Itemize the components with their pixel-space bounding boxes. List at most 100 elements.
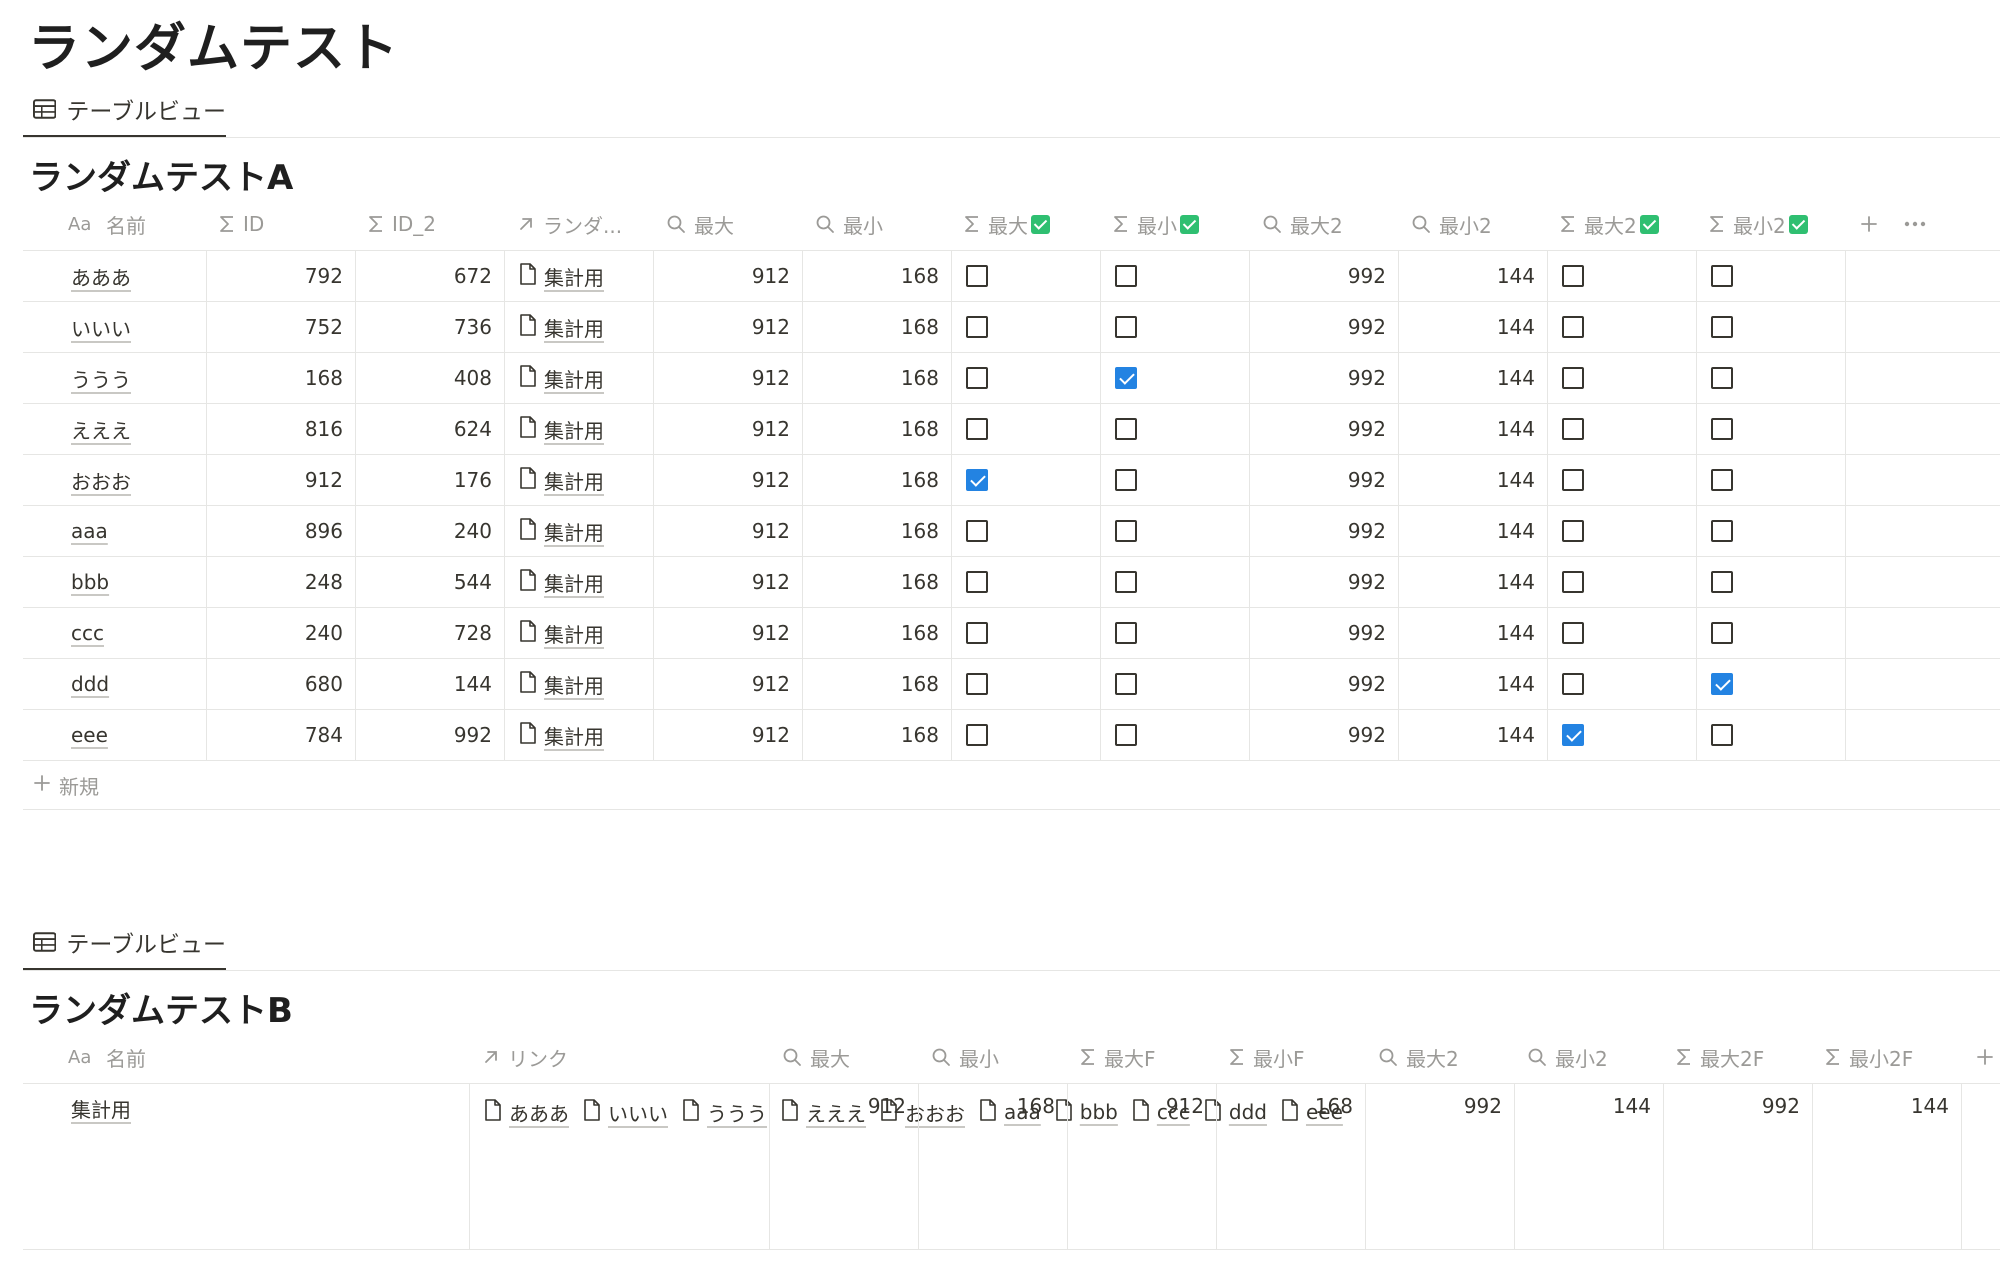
column-header-0[interactable]: Aa 名前 (23, 198, 207, 250)
column-header-7[interactable]: 最小2 (1515, 1031, 1664, 1083)
relation-item[interactable]: 集計用 (519, 517, 604, 546)
relation-item[interactable]: 集計用 (519, 313, 604, 342)
table-row[interactable]: aaa 896 240 集計用 912 168 992 144 (23, 506, 2000, 557)
checkbox[interactable] (1711, 673, 1733, 695)
checkbox[interactable] (1711, 265, 1733, 287)
column-header-6[interactable]: 最大 (952, 198, 1101, 250)
relation-item[interactable]: あああ (484, 1092, 569, 1132)
checkbox[interactable] (1115, 673, 1137, 695)
checkbox[interactable] (1562, 673, 1584, 695)
plus-icon[interactable] (1972, 1044, 1998, 1070)
table-row[interactable]: 集計用 あああ いいい ううう えええ おおお aaa bbb ccc ddd eee 912 168 9… (23, 1084, 2000, 1250)
cell-name[interactable]: 集計用 (23, 1084, 470, 1249)
table-row[interactable]: ccc 240 728 集計用 912 168 992 144 (23, 608, 2000, 659)
cell-name[interactable]: ddd (23, 659, 207, 709)
column-header-9[interactable]: 最小2F (1813, 1031, 1962, 1083)
cell-name[interactable]: あああ (23, 251, 207, 301)
checkbox[interactable] (1562, 724, 1584, 746)
column-header-2[interactable]: 最大 (770, 1031, 919, 1083)
cell-name[interactable]: ううう (23, 353, 207, 403)
relation-item[interactable]: 集計用 (519, 721, 604, 750)
checkbox[interactable] (1115, 469, 1137, 491)
cell-relation[interactable]: 集計用 (505, 710, 654, 760)
column-header-1[interactable]: ID (207, 198, 356, 250)
checkbox[interactable] (1711, 367, 1733, 389)
column-header-3[interactable]: 最小 (919, 1031, 1068, 1083)
relation-item[interactable]: 集計用 (519, 415, 604, 444)
cell-name[interactable]: えええ (23, 404, 207, 454)
cell-name[interactable]: bbb (23, 557, 207, 607)
checkbox[interactable] (966, 622, 988, 644)
cell-relation[interactable]: 集計用 (505, 302, 654, 352)
column-header-11[interactable]: 最小2 (1697, 198, 1846, 250)
cell-relation[interactable]: 集計用 (505, 455, 654, 505)
checkbox[interactable] (1711, 316, 1733, 338)
cell-name[interactable]: aaa (23, 506, 207, 556)
relation-item[interactable]: 集計用 (519, 568, 604, 597)
checkbox[interactable] (1115, 265, 1137, 287)
checkbox[interactable] (1562, 265, 1584, 287)
view-tab-table-b[interactable]: テーブルビュー (23, 915, 226, 971)
column-header-5[interactable]: 最小F (1217, 1031, 1366, 1083)
checkbox[interactable] (966, 724, 988, 746)
table-row[interactable]: ddd 680 144 集計用 912 168 992 144 (23, 659, 2000, 710)
column-header-10[interactable]: 最大2 (1548, 198, 1697, 250)
cell-relation[interactable]: 集計用 (505, 608, 654, 658)
checkbox[interactable] (966, 265, 988, 287)
checkbox[interactable] (1711, 622, 1733, 644)
column-header-4[interactable]: 最大F (1068, 1031, 1217, 1083)
column-header-8[interactable]: 最大2 (1250, 198, 1399, 250)
cell-relation[interactable]: 集計用 (505, 659, 654, 709)
table-row[interactable]: ううう 168 408 集計用 912 168 992 144 (23, 353, 2000, 404)
table-row[interactable]: いいい 752 736 集計用 912 168 992 144 (23, 302, 2000, 353)
checkbox[interactable] (1115, 724, 1137, 746)
checkbox[interactable] (966, 673, 988, 695)
column-header-6[interactable]: 最大2 (1366, 1031, 1515, 1083)
cell-relation[interactable]: 集計用 (505, 404, 654, 454)
checkbox[interactable] (1711, 520, 1733, 542)
checkbox[interactable] (1115, 367, 1137, 389)
checkbox[interactable] (1562, 316, 1584, 338)
column-header-4[interactable]: 最大 (654, 198, 803, 250)
table-row[interactable]: あああ 792 672 集計用 912 168 992 144 (23, 251, 2000, 302)
view-tab-table-a[interactable]: テーブルビュー (23, 82, 226, 138)
checkbox[interactable] (966, 367, 988, 389)
cell-relation[interactable]: 集計用 (505, 251, 654, 301)
checkbox[interactable] (1711, 571, 1733, 593)
column-header-1[interactable]: リンク (470, 1031, 770, 1083)
cell-name[interactable]: いいい (23, 302, 207, 352)
checkbox[interactable] (1562, 571, 1584, 593)
checkbox[interactable] (1562, 520, 1584, 542)
relation-item[interactable]: いいい (583, 1092, 668, 1132)
checkbox[interactable] (1562, 418, 1584, 440)
relation-item[interactable]: 集計用 (519, 619, 604, 648)
checkbox[interactable] (1562, 469, 1584, 491)
checkbox[interactable] (966, 418, 988, 440)
relation-item[interactable]: 集計用 (519, 466, 604, 495)
new-row-button[interactable]: 新規 (23, 761, 2000, 810)
checkbox[interactable] (1562, 367, 1584, 389)
checkbox[interactable] (1115, 622, 1137, 644)
cell-name[interactable]: ccc (23, 608, 207, 658)
checkbox[interactable] (1562, 622, 1584, 644)
cell-relation[interactable]: 集計用 (505, 557, 654, 607)
cell-name[interactable]: おおお (23, 455, 207, 505)
cell-name[interactable]: eee (23, 710, 207, 760)
column-header-7[interactable]: 最小 (1101, 198, 1250, 250)
column-header-5[interactable]: 最小 (803, 198, 952, 250)
plus-icon[interactable] (1856, 211, 1882, 237)
column-header-9[interactable]: 最小2 (1399, 198, 1548, 250)
more-icon[interactable] (1900, 211, 1930, 237)
cell-relation[interactable]: 集計用 (505, 506, 654, 556)
table-row[interactable]: eee 784 992 集計用 912 168 992 144 (23, 710, 2000, 761)
checkbox[interactable] (1115, 520, 1137, 542)
checkbox[interactable] (1711, 469, 1733, 491)
relation-item[interactable]: 集計用 (519, 364, 604, 393)
table-row[interactable]: bbb 248 544 集計用 912 168 992 144 (23, 557, 2000, 608)
column-header-3[interactable]: ランダ... (505, 198, 654, 250)
column-header-8[interactable]: 最大2F (1664, 1031, 1813, 1083)
checkbox[interactable] (966, 520, 988, 542)
table-row[interactable]: えええ 816 624 集計用 912 168 992 144 (23, 404, 2000, 455)
relation-item[interactable]: 集計用 (519, 262, 604, 291)
checkbox[interactable] (1115, 418, 1137, 440)
